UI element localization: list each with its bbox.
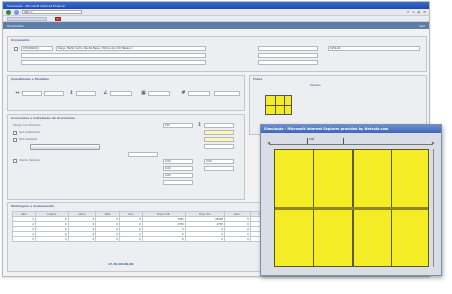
print-icon[interactable]: ▤ — [417, 10, 420, 14]
extra-field-2[interactable] — [258, 60, 318, 65]
subtotal-field-3[interactable]: 0,00 — [163, 173, 193, 178]
area-icon: ▦ — [141, 90, 146, 96]
refresh-icon[interactable]: ⟳ — [407, 10, 410, 14]
option-checkbox-3[interactable] — [13, 138, 17, 142]
depth-field[interactable] — [76, 91, 96, 96]
option-value-1b[interactable] — [204, 123, 234, 128]
popup-title: Simulação - Microsoft Internet Explorer … — [261, 125, 441, 133]
option-label-4: Cliente / Retirada — [19, 159, 40, 162]
notes-field[interactable] — [21, 53, 206, 58]
width-field[interactable] — [22, 91, 42, 96]
settings-icon[interactable]: ⚙ — [423, 10, 426, 14]
toolbar-icons: ⟳ ⌂ ▤ ⚙ — [407, 10, 426, 14]
quantity-panel-title: Quantidade e Medidas — [11, 77, 49, 81]
options-panel-title: Acessórios e Instalação de Acessórios — [11, 116, 76, 120]
items-table: Item Largura Altura Qtde Unid Preço Unit. Preç… — [12, 211, 275, 242]
table-cell[interactable]: 5 — [12, 236, 36, 242]
subtotal-field-2[interactable]: 0,00 — [163, 166, 193, 171]
home-icon[interactable]: ⌂ — [413, 10, 415, 14]
table-cell[interactable]: 0 — [118, 236, 143, 242]
options-button[interactable] — [30, 144, 100, 150]
date-field[interactable] — [258, 46, 318, 51]
total-field[interactable]: 1050,00 — [328, 46, 420, 51]
option-field-mid[interactable] — [128, 152, 158, 157]
extra-field-1[interactable] — [258, 53, 318, 58]
option-label-1: Fixação Com Parafusos — [13, 124, 41, 127]
subtotal-field-1[interactable]: 0,00 — [163, 159, 193, 164]
option-value-4[interactable] — [204, 144, 234, 149]
browser-tab[interactable] — [7, 16, 47, 21]
app-menu-bar: Orçamento Sair — [3, 22, 429, 29]
option-value-1[interactable]: 100 — [163, 123, 193, 128]
forward-button[interactable] — [14, 9, 19, 15]
subtotal-field-1b[interactable]: 0,00 — [204, 159, 234, 164]
option-checkbox-4[interactable] — [13, 159, 17, 163]
simulation-popup-window: Simulação - Microsoft Internet Explorer … — [260, 124, 442, 276]
table-cell[interactable]: 0 — [34, 236, 69, 242]
back-button[interactable] — [6, 9, 11, 15]
subtotal-field-2b[interactable] — [204, 166, 234, 171]
option-value-3[interactable] — [204, 137, 234, 142]
header-panel: Orçamento CTC2000211 Diego, Martin Isidr… — [7, 36, 427, 72]
table-cell[interactable]: 0 — [95, 236, 120, 242]
window-title: Simulação - Microsoft Internet Explorer — [3, 2, 429, 9]
area-field[interactable] — [148, 91, 170, 96]
description-field[interactable]: Diego, Martin Isidro, Benita Basso, Tort… — [56, 46, 206, 51]
grand-total: 17.30.00.00.00 — [108, 262, 134, 266]
photo-panel-title: Fotos — [253, 77, 263, 81]
quantity-field[interactable] — [188, 91, 210, 96]
items-panel: Montagem e Acabamento Item Largura Altura Q… — [7, 202, 277, 272]
ruler-label: 100 — [309, 137, 315, 141]
photo-detail-label: Detalhes — [310, 84, 321, 87]
options-panel: Acessórios e Instalação de Acessórios Fi… — [7, 114, 245, 200]
add-icon[interactable]: ↕ — [196, 122, 203, 129]
stop-icon[interactable] — [55, 16, 61, 21]
code-field[interactable]: CTC2000211 — [21, 46, 53, 51]
select-checkbox[interactable] — [14, 47, 18, 51]
quantity-panel: Quantidade e Medidas ⇔ ⇕ ∠ ▦ # — [7, 75, 245, 111]
ruler-right-arrow-icon: ► — [431, 140, 435, 145]
app-section-label[interactable]: Orçamento — [7, 24, 24, 28]
ruler-left-arrow-icon: ◄ — [267, 140, 271, 145]
header-panel-title: Orçamento — [11, 38, 30, 42]
unit-field[interactable] — [214, 91, 240, 96]
table-row: 500000000 — [12, 236, 275, 242]
width-ruler: ◄ 100 ► — [267, 137, 435, 145]
subtotal-field-4[interactable] — [163, 180, 193, 185]
glass-panel-grid[interactable] — [274, 149, 429, 267]
logout-link[interactable]: Sair — [419, 24, 425, 28]
height-icon: ⇕ — [69, 90, 74, 96]
angle-icon: ∠ — [103, 90, 108, 96]
address-bar: http://... ⟳ ⌂ ▤ ⚙ — [3, 9, 429, 16]
option-label-2: Sem Acabamento — [19, 131, 41, 134]
table-cell[interactable]: 0 — [67, 236, 97, 242]
screenshot-stage: Simulação - Microsoft Internet Explorer … — [0, 0, 452, 294]
width-icon: ⇔ — [15, 90, 20, 96]
option-value-2[interactable] — [204, 130, 234, 135]
option-checkbox-2[interactable] — [13, 131, 17, 135]
height-field[interactable] — [44, 91, 64, 96]
table-cell[interactable]: 0 — [223, 236, 251, 242]
notes-field-2[interactable] — [21, 60, 206, 65]
glass-thumbnail[interactable] — [265, 95, 292, 115]
height-ruler — [433, 149, 437, 267]
items-panel-title: Montagem e Acabamento — [11, 204, 55, 208]
option-label-3: Sem Instalação — [19, 138, 38, 141]
url-input[interactable]: http://... — [22, 10, 82, 14]
angle-field[interactable] — [110, 91, 132, 96]
table-cell[interactable]: 0 — [184, 236, 225, 242]
quantity-icon: # — [181, 90, 186, 96]
table-cell[interactable]: 0 — [141, 236, 186, 242]
